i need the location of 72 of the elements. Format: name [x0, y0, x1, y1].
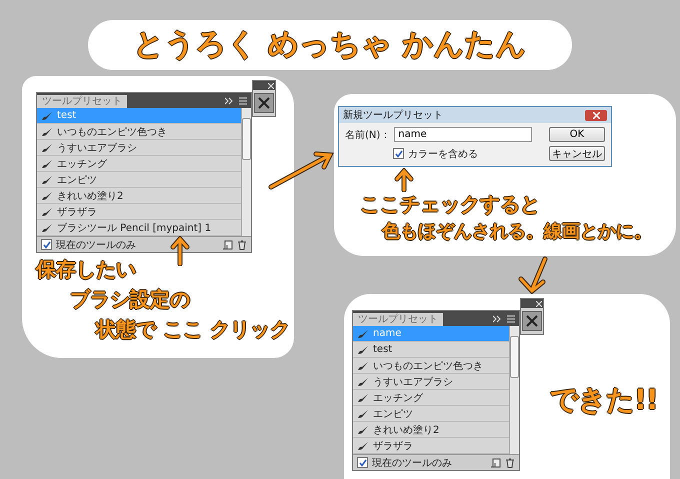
menu-icon[interactable] [239, 97, 247, 105]
menu-icon[interactable] [507, 315, 515, 323]
preset-item[interactable]: ザラザラ [353, 438, 509, 454]
preset-item[interactable]: エッチング [37, 156, 241, 172]
checkbox-label: 現在のツールのみ [56, 238, 136, 252]
brush-icon [41, 190, 53, 200]
brush-icon [357, 424, 369, 434]
preset-item[interactable]: いつものエンピツ色つき [37, 124, 241, 140]
preset-item[interactable]: いつものエンピツ色つき [353, 358, 509, 374]
handwritten-note: 状態で ここ クリック [96, 318, 290, 341]
tools-icon [525, 314, 539, 328]
panel-tab[interactable]: ツールプリセット [37, 95, 127, 108]
checkbox[interactable] [41, 239, 52, 250]
title-text: とうろく めっちゃ かんたん [134, 28, 526, 62]
handwritten-note: できた!! [550, 384, 658, 416]
preset-item[interactable]: test [353, 342, 509, 358]
scrollbar[interactable] [509, 326, 519, 454]
handwritten-note: 色もほぞんされる。線画とかに。 [382, 222, 652, 243]
brush-icon [41, 174, 53, 184]
close-icon[interactable] [268, 82, 274, 88]
new-preset-icon[interactable] [491, 458, 501, 468]
arrow-drawing [170, 236, 190, 266]
preset-item[interactable]: うすいエアブラシ [353, 374, 509, 390]
arrow-drawing [394, 168, 414, 192]
checkbox-label: カラーを含める [408, 148, 478, 160]
preset-item[interactable]: きれいめ塗り2 [353, 422, 509, 438]
trash-icon[interactable] [237, 240, 247, 250]
ok-button[interactable]: OK [549, 127, 605, 142]
cancel-button[interactable]: キャンセル [549, 146, 605, 161]
close-icon [592, 112, 600, 118]
double-arrow-icon[interactable] [225, 97, 233, 105]
double-arrow-icon[interactable] [493, 315, 501, 323]
dialog-title: 新規ツールプリセット [343, 108, 443, 122]
brush-icon [357, 408, 369, 418]
preset-item[interactable]: うすいエアブラシ [37, 140, 241, 156]
handwritten-note: ここチェックすると [360, 193, 540, 216]
brush-icon [357, 360, 369, 370]
brush-icon [41, 142, 53, 152]
close-button[interactable] [585, 110, 607, 120]
trash-icon[interactable] [505, 458, 515, 468]
brush-icon [41, 110, 53, 120]
name-field[interactable]: name [394, 127, 532, 142]
brush-icon [41, 126, 53, 136]
arrow-drawing [268, 152, 334, 190]
field-label: 名前(N)： [345, 128, 390, 142]
preset-item[interactable]: エンピツ [37, 172, 241, 188]
brush-icon [41, 222, 53, 232]
brush-icon [357, 440, 369, 450]
checkbox[interactable] [357, 457, 368, 468]
handwritten-note: ブラシ設定の [70, 288, 190, 311]
close-icon[interactable] [536, 300, 542, 306]
preset-item[interactable]: エッチング [353, 390, 509, 406]
brush-icon [41, 206, 53, 216]
scrollbar[interactable] [241, 108, 251, 236]
arrow-drawing [518, 256, 548, 294]
handwritten-note: 保存したい [36, 258, 136, 281]
tools-icon [257, 96, 271, 110]
brush-icon [41, 158, 53, 168]
new-preset-icon[interactable] [223, 240, 233, 250]
checkbox[interactable] [393, 148, 404, 159]
preset-item[interactable]: ブラシツール Pencil [mypaint] 1 [37, 220, 241, 236]
brush-icon [357, 392, 369, 402]
tool-presets-button[interactable] [522, 311, 542, 331]
tool-presets-button[interactable] [254, 93, 274, 113]
brush-icon [357, 376, 369, 386]
panel-tab[interactable]: ツールプリセット [353, 313, 443, 326]
preset-item[interactable]: ザラザラ [37, 204, 241, 220]
preset-item[interactable]: エンピツ [353, 406, 509, 422]
brush-icon [357, 328, 369, 338]
brush-icon [357, 344, 369, 354]
preset-item[interactable]: きれいめ塗り2 [37, 188, 241, 204]
checkbox-label: 現在のツールのみ [372, 456, 452, 470]
